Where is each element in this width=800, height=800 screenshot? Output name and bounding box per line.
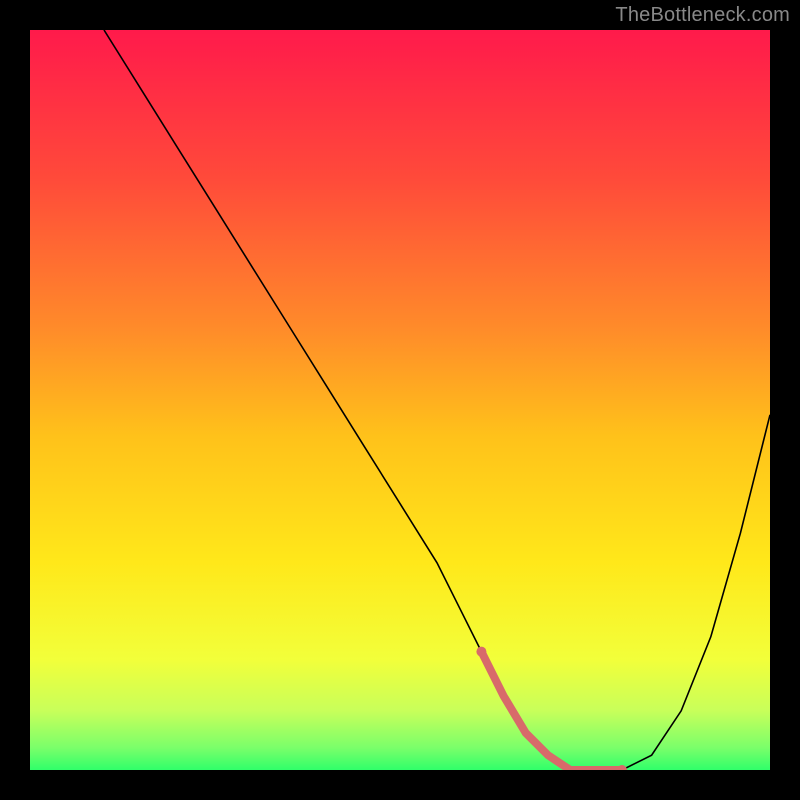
minimum-endpoint-dot [476,647,486,657]
gradient-background [30,30,770,770]
plot-area [30,30,770,770]
watermark-label: TheBottleneck.com [615,4,790,27]
chart-stage: TheBottleneck.com [0,0,800,800]
bottleneck-chart [30,30,770,770]
